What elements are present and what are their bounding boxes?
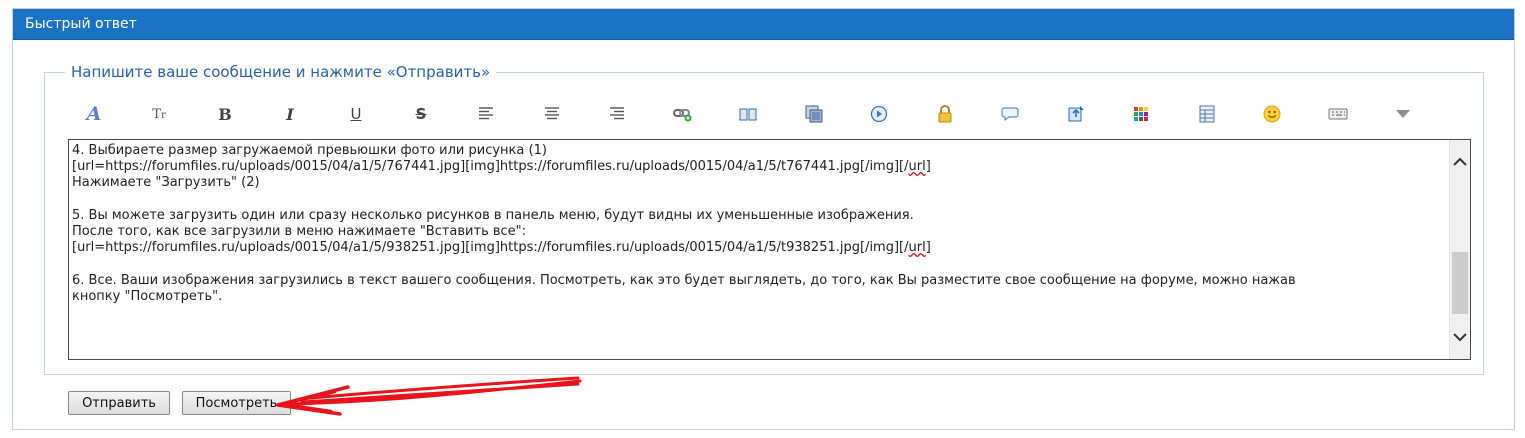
scrollbar-thumb[interactable] [1452, 252, 1468, 314]
scroll-down-chevron-icon[interactable] [1450, 327, 1470, 347]
gallery-icon[interactable] [801, 101, 827, 127]
submit-button[interactable]: Отправить [68, 391, 170, 415]
message-textarea[interactable]: 4. Выбираете размер загружаемой превьюшк… [68, 139, 1471, 360]
scroll-up-chevron-icon[interactable] [1450, 152, 1470, 172]
editor-scrollbar[interactable] [1449, 140, 1470, 359]
editor-toolbar: A Tr B I U S [81, 101, 1441, 131]
font-icon[interactable]: A [81, 101, 107, 127]
lock-icon[interactable] [932, 101, 958, 127]
align-right-icon[interactable] [604, 101, 630, 127]
message-text[interactable]: 4. Выбираете размер загружаемой превьюшк… [72, 143, 1448, 359]
color-palette-icon[interactable] [1128, 101, 1154, 127]
bold-icon[interactable]: B [212, 101, 238, 127]
video-icon[interactable] [866, 101, 892, 127]
message-fieldset: Напишите ваше сообщение и нажмите «Отпра… [44, 62, 1484, 375]
fieldset-legend: Напишите ваше сообщение и нажмите «Отпра… [65, 62, 497, 82]
keyboard-icon[interactable] [1325, 101, 1351, 127]
underline-icon[interactable]: U [343, 101, 369, 127]
panel-title: Быстрый ответ [13, 9, 1514, 40]
preview-button[interactable]: Посмотреть [182, 391, 291, 415]
font-size-icon[interactable]: Tr [146, 101, 172, 127]
italic-icon[interactable]: I [277, 101, 303, 127]
link-icon[interactable] [670, 101, 696, 127]
book-icon[interactable] [735, 101, 761, 127]
upload-icon[interactable] [1063, 101, 1089, 127]
speech-icon[interactable] [997, 101, 1023, 127]
quick-reply-panel: Быстрый ответ Напишите ваше сообщение и … [12, 8, 1515, 430]
align-left-icon[interactable] [473, 101, 499, 127]
table-icon[interactable] [1194, 101, 1220, 127]
align-center-icon[interactable] [539, 101, 565, 127]
smiley-icon[interactable] [1259, 101, 1285, 127]
strikethrough-icon[interactable]: S [408, 101, 434, 127]
more-dropdown-icon[interactable] [1390, 101, 1416, 127]
